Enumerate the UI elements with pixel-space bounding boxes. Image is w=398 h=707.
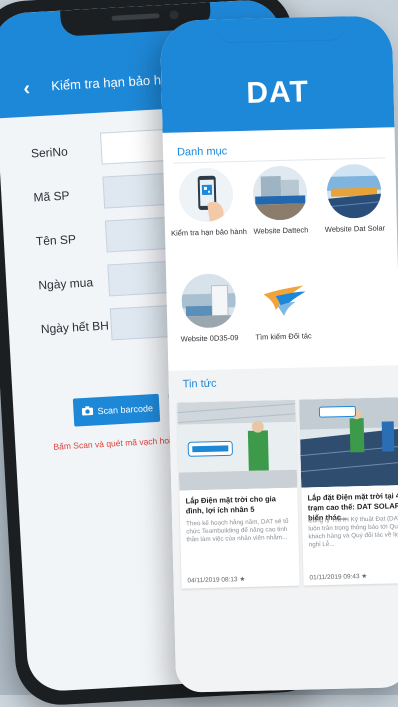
- news-card[interactable]: Lắp đặt Điện mặt trời tại 41 trạm cao th…: [299, 396, 398, 586]
- category-website-0d35[interactable]: Website 0D35-09: [172, 273, 246, 344]
- news-card[interactable]: Lắp Điện mặt trời cho gia đình, lợi ích …: [177, 399, 300, 589]
- category-warranty-check[interactable]: Kiểm tra hạn bảo hành: [169, 167, 247, 238]
- dat-logo: DAT: [245, 75, 310, 110]
- front-phone: DAT Danh mục Kiểm tra hạn bảo hành Websi…: [159, 15, 398, 693]
- field-label: SeriNo: [30, 144, 69, 161]
- category-website-dattech[interactable]: Website Dattech: [243, 165, 317, 236]
- category-label: Kiểm tra hạn bảo hành: [170, 226, 247, 238]
- news-summary: Theo kế hoạch hằng năm, DAT sẽ tổ chức T…: [186, 517, 289, 544]
- category-label: Website Dat Solar: [324, 223, 386, 234]
- scan-button-label: Scan barcode: [97, 403, 154, 417]
- website-0d35-icon: [181, 273, 237, 329]
- news-image: [177, 399, 298, 491]
- website-solar-icon: [326, 163, 382, 219]
- field-label: Mã SP: [33, 188, 70, 205]
- scan-barcode-button[interactable]: Scan barcode: [72, 393, 161, 427]
- partner-logo-icon: [255, 271, 311, 327]
- news-title: Tin tức: [182, 377, 217, 391]
- field-label: Ngày hết BH: [40, 318, 110, 337]
- field-label: Tên SP: [35, 232, 77, 249]
- categories-title: Danh mục: [176, 145, 228, 159]
- news-date: 01/11/2019 09:43 ★: [309, 573, 368, 582]
- field-label: Ngày mua: [38, 275, 94, 293]
- phone-qr-icon: [178, 167, 234, 223]
- camera-icon: [81, 405, 94, 418]
- category-find-partner[interactable]: Tìm kiếm Đối tác: [246, 271, 320, 342]
- category-website-solar[interactable]: Website Dat Solar: [317, 163, 391, 234]
- app-header: DAT: [159, 15, 395, 133]
- news-headline: Lắp Điện mặt trời cho gia đình, lợi ích …: [185, 494, 277, 516]
- category-label: Website Dattech: [253, 225, 309, 236]
- news-summary: Công ty TNHH Kỹ thuật Đạt (DAT) luôn trâ…: [308, 515, 398, 549]
- news-date: 04/11/2019 08:13 ★: [187, 576, 246, 585]
- website-dattech-icon: [252, 165, 308, 221]
- phone-notch: [215, 15, 347, 44]
- category-label: Tìm kiếm Đối tác: [255, 331, 312, 342]
- category-label: Website 0D35-09: [180, 333, 239, 344]
- news-image: [299, 396, 398, 488]
- category-grid: Kiểm tra hạn bảo hành Website Dattech We…: [169, 163, 389, 344]
- back-arrow-icon[interactable]: ‹: [23, 78, 31, 100]
- divider: [173, 157, 386, 164]
